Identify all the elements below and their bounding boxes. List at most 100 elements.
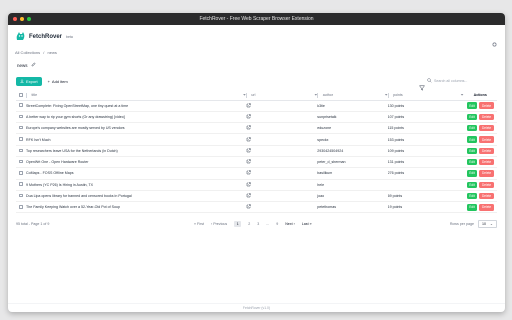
first-page-button[interactable]: « First [194, 222, 204, 226]
row-checkbox[interactable] [19, 159, 23, 164]
external-link-icon[interactable] [246, 125, 251, 131]
select-all-checkbox[interactable] [19, 93, 23, 97]
first-page-label: First [197, 222, 204, 227]
external-link-icon[interactable] [246, 148, 251, 154]
search-input[interactable]: Search all columns... [427, 77, 497, 85]
row-actions: Edit Delete [463, 133, 497, 146]
delete-button[interactable]: Delete [479, 204, 494, 211]
delete-button[interactable]: Delete [479, 181, 494, 188]
delete-button[interactable]: Delete [479, 192, 494, 200]
external-link-icon[interactable] [246, 136, 251, 143]
delete-button[interactable]: Delete [479, 136, 494, 143]
row-select-cell [16, 179, 27, 191]
row-select-cell [16, 122, 27, 135]
row-checkbox[interactable] [19, 103, 23, 107]
row-checkbox[interactable] [19, 125, 23, 130]
row-title: Dua Lipa opens library for banned and ce… [26, 190, 246, 203]
edit-button[interactable]: Edit [466, 125, 478, 132]
row-url [245, 201, 318, 214]
settings-icon[interactable] [492, 34, 497, 52]
column-header-points[interactable]: points ⏷ [387, 91, 464, 101]
delete-button[interactable]: Delete [479, 170, 494, 177]
external-link-icon[interactable] [246, 159, 251, 165]
delete-button[interactable]: Delete [479, 125, 494, 132]
next-page-button[interactable]: Next › [285, 222, 295, 226]
row-title: RFK Isn't Much [26, 133, 246, 146]
export-label: Export [26, 78, 38, 84]
row-author: basilikum [317, 167, 388, 180]
page-ellipsis: ... [266, 222, 270, 227]
pagination-footer: 95 total - Page 1 of 9 « First ‹ Previou… [16, 217, 497, 231]
row-checkbox[interactable] [19, 171, 23, 175]
row-actions: Edit Delete [463, 100, 497, 112]
zoom-window-button[interactable] [27, 17, 31, 21]
edit-button[interactable]: Edit [466, 136, 478, 143]
external-link-icon[interactable] [246, 182, 251, 188]
previous-page-button[interactable]: ‹ Previous [211, 222, 227, 226]
row-checkbox[interactable] [19, 114, 23, 119]
breadcrumb-current: news [47, 50, 57, 55]
brand-badge: beta [66, 34, 73, 39]
external-link-icon[interactable] [246, 193, 251, 199]
version-bar: FetchRover (v1.0) [8, 303, 505, 312]
page-button-2[interactable]: 2 [248, 222, 250, 226]
edit-button[interactable]: Edit [466, 158, 478, 166]
page-button-1[interactable]: 1 [234, 221, 242, 228]
external-link-icon[interactable] [246, 102, 251, 109]
pagination-controls: « First ‹ Previous 1 2 3 ... 9 Next › La… [194, 221, 312, 228]
row-checkbox[interactable] [19, 182, 23, 186]
row-url [245, 156, 318, 169]
breadcrumb-root[interactable]: All Collections [15, 50, 40, 55]
row-actions: Edit Delete [463, 111, 497, 124]
row-author: eduzone [317, 122, 388, 135]
minimize-window-button[interactable] [20, 17, 24, 21]
edit-button[interactable]: Edit [466, 192, 478, 200]
external-link-icon[interactable] [246, 170, 251, 176]
brand-logo[interactable]: FetchRover beta [15, 31, 73, 42]
row-points: 276 points [387, 167, 464, 180]
breadcrumb: All Collections / news [8, 48, 505, 58]
row-select-cell [16, 145, 27, 157]
row-checkbox[interactable] [19, 148, 23, 153]
last-page-button[interactable]: Last » [302, 222, 312, 226]
row-checkbox[interactable] [19, 205, 23, 209]
row-author: sunprisetalk [317, 111, 388, 124]
column-title-label: title [31, 93, 38, 98]
row-select-cell [16, 111, 27, 124]
rows-per-page-value: 10 [481, 222, 486, 227]
row-title: StreetComplete: Fixing OpenStreetMap, on… [26, 100, 246, 112]
add-item-button[interactable]: + Add item [48, 79, 68, 84]
pencil-icon[interactable] [31, 58, 36, 74]
delete-button[interactable]: Delete [479, 158, 494, 166]
page-button-9[interactable]: 9 [276, 222, 278, 226]
row-actions: Edit Delete [463, 145, 497, 157]
row-url [245, 122, 318, 135]
edit-button[interactable]: Edit [466, 113, 478, 121]
edit-button[interactable]: Edit [466, 181, 478, 188]
collection-header: news [8, 58, 505, 74]
delete-button[interactable]: Delete [479, 113, 494, 121]
edit-button[interactable]: Edit [466, 147, 478, 155]
row-points-text: 131 points [387, 160, 405, 165]
row-checkbox[interactable] [19, 193, 23, 198]
column-header-url[interactable]: url ⏷ [245, 91, 318, 101]
rows-per-page-select[interactable]: 10 ⌄ [477, 220, 497, 229]
dog-logo-icon [15, 31, 26, 42]
column-header-author[interactable]: author ⏷ [317, 91, 388, 101]
delete-button[interactable]: Delete [479, 102, 494, 109]
external-link-icon[interactable] [246, 204, 251, 210]
row-checkbox[interactable] [19, 137, 23, 141]
table-row: Top researchers leave USA for the Nether… [16, 145, 497, 157]
delete-button[interactable]: Delete [479, 147, 494, 155]
close-window-button[interactable] [13, 17, 17, 21]
column-header-actions: Actions [463, 91, 497, 101]
edit-button[interactable]: Edit [466, 204, 478, 211]
external-link-icon[interactable] [246, 114, 251, 120]
row-author: peter_d_sherman [317, 156, 388, 169]
edit-button[interactable]: Edit [466, 170, 478, 177]
export-button[interactable]: Export [16, 76, 42, 86]
edit-button[interactable]: Edit [466, 102, 478, 109]
column-header-title[interactable]: title ⏷ [26, 91, 246, 101]
row-title-text: 9 Mothers (YC P26) Is Hiring in Austin, … [26, 182, 94, 187]
page-button-3[interactable]: 3 [257, 222, 259, 226]
